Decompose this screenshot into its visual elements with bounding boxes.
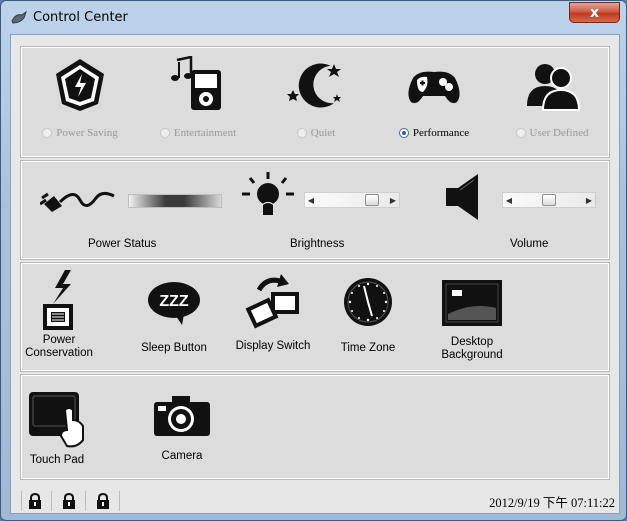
- status-divider: [85, 491, 86, 511]
- lightbulb-icon: [242, 172, 294, 215]
- client-area: Power Saving Entertainment Quiet Perform…: [10, 34, 620, 514]
- control-center-window: Control Center x Power Saving Entertainm…: [0, 0, 627, 521]
- status-bar: 2012/9/19 下午 07:11:22: [11, 483, 619, 513]
- time-zone-icon: [344, 278, 392, 326]
- display-switch-icon: [245, 274, 299, 329]
- power-conservation-icon: [43, 270, 73, 330]
- brightness-label: Brightness: [290, 238, 345, 250]
- mode-performance[interactable]: Performance: [376, 56, 492, 139]
- quiet-icon: [287, 63, 341, 108]
- tool-label: Desktop: [450, 336, 494, 348]
- display-switch-button[interactable]: Display Switch: [228, 274, 318, 352]
- tool-label: Power: [42, 334, 76, 346]
- radio-performance[interactable]: [398, 128, 409, 138]
- tools-panel: Power Conservation ZZZ Sleep Button Disp…: [20, 262, 610, 372]
- tool-label: Time Zone: [340, 342, 396, 354]
- status-divider: [51, 491, 52, 511]
- power-status-panel: Power Status ◀ ▶ Brightness ◀ ▶ Volume: [20, 160, 610, 260]
- mode-label: Power Saving: [56, 127, 118, 139]
- devices-panel: Touch Pad Camera: [20, 374, 610, 480]
- entertainment-icon: [171, 55, 221, 110]
- mode-quiet[interactable]: Quiet: [258, 56, 374, 139]
- brightness-slider[interactable]: ◀ ▶: [304, 192, 400, 208]
- desktop-background-icon: [442, 280, 502, 326]
- power-status-bar: [128, 194, 222, 208]
- tool-label: Sleep Button: [141, 342, 207, 354]
- mode-user-defined[interactable]: User Defined: [494, 56, 610, 139]
- mode-label: Performance: [412, 127, 470, 139]
- volume-slider[interactable]: ◀ ▶: [502, 192, 596, 208]
- lock-icon: [29, 493, 41, 509]
- mode-power-saving[interactable]: Power Saving: [22, 56, 138, 139]
- tool-label: Background: [441, 349, 503, 361]
- time-zone-button[interactable]: Time Zone: [332, 276, 404, 354]
- slider-right-arrow-icon[interactable]: ▶: [387, 193, 399, 207]
- tool-label: Display Switch: [235, 340, 311, 352]
- radio-user-defined[interactable]: [515, 128, 526, 138]
- power-plug-icon: [40, 191, 115, 212]
- mode-label: Quiet: [310, 127, 336, 139]
- sleep-button[interactable]: ZZZ Sleep Button: [134, 280, 214, 354]
- app-icon: [11, 10, 27, 24]
- device-label: Touch Pad: [29, 454, 85, 466]
- status-datetime: 2012/9/19 下午 07:11:22: [489, 496, 615, 510]
- volume-slider-thumb[interactable]: [542, 194, 556, 206]
- lock-icon: [63, 493, 75, 509]
- mode-label: User Defined: [529, 127, 589, 139]
- sleep-button-icon: ZZZ: [148, 282, 200, 325]
- lock-icon: [97, 493, 109, 509]
- close-button[interactable]: x: [569, 2, 620, 23]
- touch-pad-button[interactable]: Touch Pad: [22, 390, 92, 466]
- touch-pad-icon: [29, 392, 84, 448]
- device-label: Camera: [161, 450, 203, 462]
- radio-power-saving[interactable]: [42, 128, 53, 138]
- speaker-icon: [446, 174, 478, 220]
- mode-entertainment[interactable]: Entertainment: [140, 55, 256, 139]
- radio-entertainment[interactable]: [159, 128, 170, 138]
- camera-icon: [154, 396, 210, 436]
- desktop-background-button[interactable]: Desktop Background: [426, 280, 518, 362]
- user-defined-icon: [527, 64, 581, 111]
- power-conservation-button[interactable]: Power Conservation: [22, 268, 96, 360]
- sleep-icon-text: ZZZ: [159, 293, 189, 310]
- volume-label: Volume: [510, 238, 549, 250]
- close-icon: x: [589, 4, 600, 21]
- performance-icon: [408, 71, 460, 104]
- status-divider: [21, 491, 22, 511]
- tool-label: Conservation: [25, 347, 93, 359]
- slider-left-arrow-icon[interactable]: ◀: [305, 193, 317, 207]
- power-status-label: Power Status: [88, 238, 157, 250]
- mode-label: Entertainment: [173, 127, 237, 139]
- title-bar[interactable]: Control Center x: [1, 1, 626, 33]
- status-divider: [119, 491, 120, 511]
- window-title: Control Center: [33, 10, 128, 25]
- brightness-slider-thumb[interactable]: [365, 194, 379, 206]
- power-mode-panel: Power Saving Entertainment Quiet Perform…: [20, 46, 610, 158]
- slider-left-arrow-icon[interactable]: ◀: [503, 193, 515, 207]
- power-saving-icon: [56, 59, 104, 111]
- slider-right-arrow-icon[interactable]: ▶: [583, 193, 595, 207]
- camera-button[interactable]: Camera: [150, 394, 214, 462]
- radio-quiet[interactable]: [296, 128, 307, 138]
